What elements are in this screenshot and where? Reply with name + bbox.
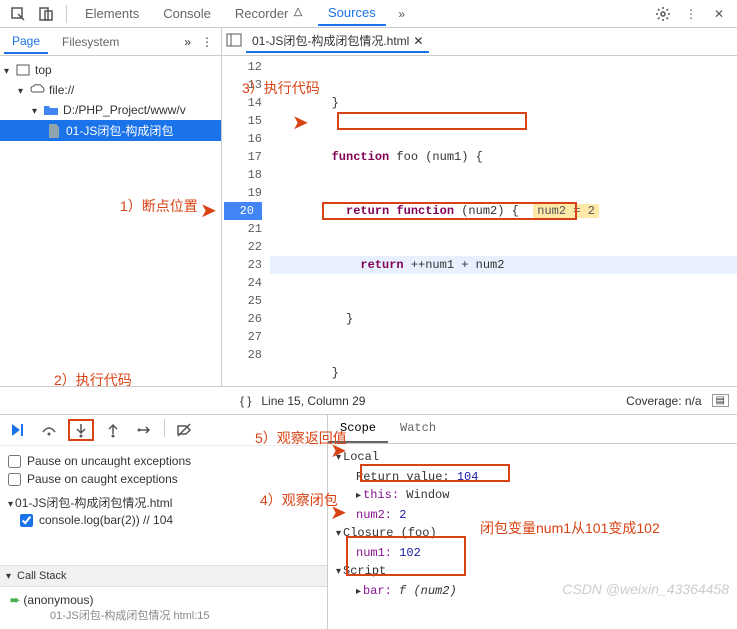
format-icon[interactable]: { } <box>240 394 251 408</box>
tab-sources[interactable]: Sources <box>318 1 386 26</box>
callstack-header[interactable]: Call Stack <box>0 565 327 587</box>
code-line-16: } <box>270 310 737 328</box>
navigator-tabs: Page Filesystem » ⋮ <box>0 28 222 55</box>
tab-watch[interactable]: Watch <box>388 415 448 443</box>
file-tab-label: 01-JS闭包-构成闭包情况.html <box>252 32 409 49</box>
kebab-icon[interactable]: ⋮ <box>197 35 217 49</box>
step-button[interactable] <box>132 419 158 441</box>
scope-closure[interactable]: Closure (foo) <box>336 524 729 544</box>
inspect-icon[interactable] <box>6 2 30 26</box>
close-icon[interactable]: ✕ <box>707 2 731 26</box>
resume-button[interactable] <box>4 419 30 441</box>
code-editor[interactable]: 121314 151617 181920 212223 242526 2728 … <box>222 56 737 386</box>
tree-top[interactable]: top <box>0 60 221 80</box>
close-tab-icon[interactable]: ✕ <box>413 34 423 48</box>
step-out-button[interactable] <box>100 419 126 441</box>
file-tree: top file:// D:/PHP_Project/www/v 01-JS闭包… <box>0 56 222 386</box>
tab-recorder[interactable]: Recorder <box>225 2 314 25</box>
watermark: CSDN @weixin_43364458 <box>562 581 729 597</box>
more-navigator-icon[interactable]: » <box>184 35 191 49</box>
scope-this[interactable]: this: Window <box>336 486 729 506</box>
code-line-12: } <box>270 94 737 112</box>
coverage-toggle-icon[interactable]: ▤ <box>712 394 729 407</box>
pause-uncaught-checkbox[interactable]: Pause on uncaught exceptions <box>8 452 319 470</box>
tab-page[interactable]: Page <box>4 30 48 54</box>
settings-icon[interactable] <box>651 2 675 26</box>
code-line-17: } <box>270 364 737 382</box>
more-tabs-icon[interactable]: » <box>390 2 414 26</box>
inline-value-hint: num2 = 2 <box>533 204 599 218</box>
deactivate-bp-button[interactable] <box>171 419 197 441</box>
code-line-13: function foo (num1) { <box>270 148 737 166</box>
step-into-button[interactable] <box>68 419 94 441</box>
scope-num1: num1: 102 <box>336 544 729 562</box>
scope-local[interactable]: Local <box>336 448 729 468</box>
debug-controls-panel: Pause on uncaught exceptions Pause on ca… <box>0 415 328 629</box>
breakpoint-entry[interactable]: console.log(bar(2)) // 104 <box>8 511 319 529</box>
step-over-button[interactable] <box>36 419 62 441</box>
tab-console[interactable]: Console <box>153 2 221 25</box>
scope-num2: num2: 2 <box>336 506 729 524</box>
tree-folder[interactable]: D:/PHP_Project/www/v <box>0 100 221 120</box>
scope-return-value: Return value: 104 <box>336 468 729 486</box>
status-bar: { } Line 15, Column 29 Coverage: n/a ▤ <box>0 386 737 414</box>
tab-filesystem[interactable]: Filesystem <box>54 31 127 53</box>
breakpoint-marker: 20 <box>224 202 262 220</box>
main-toolbar: Elements Console Recorder Sources » ⋮ ✕ <box>0 0 737 28</box>
breakpoints-section: Pause on uncaught exceptions Pause on ca… <box>0 446 327 565</box>
pause-caught-checkbox[interactable]: Pause on caught exceptions <box>8 470 319 488</box>
tab-scope[interactable]: Scope <box>328 415 388 443</box>
file-tab[interactable]: 01-JS闭包-构成闭包情况.html ✕ <box>246 30 429 53</box>
scope-script[interactable]: Script <box>336 562 729 582</box>
file-tabs: 01-JS闭包-构成闭包情况.html ✕ <box>222 28 737 55</box>
coverage-label: Coverage: n/a <box>626 394 701 408</box>
code-content: } function foo (num1) { return function … <box>270 56 737 386</box>
code-line-15: return ++num1 + num2 <box>270 256 737 274</box>
breakpoint-file[interactable]: 01-JS闭包-构成闭包情况.html <box>8 494 319 511</box>
tab-elements[interactable]: Elements <box>75 2 149 25</box>
nav-toggle-icon[interactable] <box>226 32 242 51</box>
cursor-position: Line 15, Column 29 <box>261 394 365 408</box>
second-bar: Page Filesystem » ⋮ 01-JS闭包-构成闭包情况.html … <box>0 28 737 56</box>
main-area: top file:// D:/PHP_Project/www/v 01-JS闭包… <box>0 56 737 386</box>
scope-watch-tabs: Scope Watch <box>328 415 737 444</box>
line-gutter: 121314 151617 181920 212223 242526 2728 <box>222 56 270 386</box>
kebab-icon[interactable]: ⋮ <box>679 2 703 26</box>
code-line-14: return function (num2) { num2 = 2 <box>270 202 737 220</box>
debug-toolbar <box>0 415 327 446</box>
device-icon[interactable] <box>34 2 58 26</box>
tree-file-scheme[interactable]: file:// <box>0 80 221 100</box>
tree-file[interactable]: 01-JS闭包-构成闭包 <box>0 120 221 141</box>
callstack-frame[interactable]: ➨ (anonymous) 01-JS闭包-构成闭包情况 html:15 <box>0 587 327 629</box>
current-frame-icon: ➨ <box>10 593 20 607</box>
